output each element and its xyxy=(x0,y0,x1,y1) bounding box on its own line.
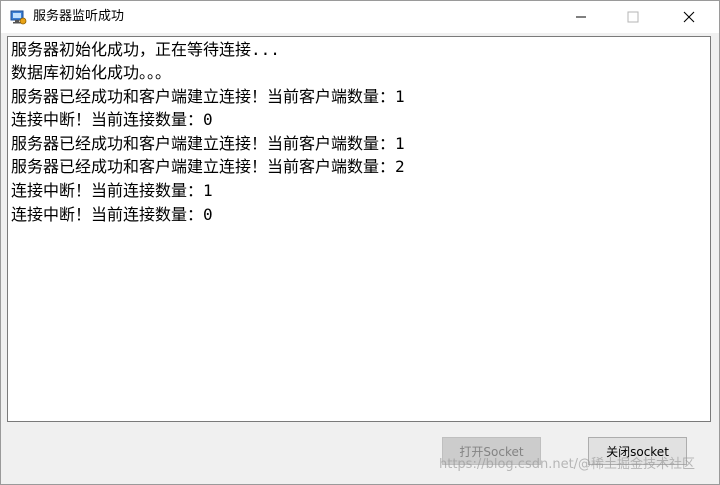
maximize-icon xyxy=(627,11,639,23)
log-textarea[interactable]: 服务器初始化成功，正在等待连接... 数据库初始化成功。。。 服务器已经成功和客… xyxy=(7,36,711,422)
title-bar[interactable]: 服务器监听成功 xyxy=(1,1,719,33)
log-line: 数据库初始化成功。。。 xyxy=(11,63,172,82)
app-icon xyxy=(9,8,27,26)
log-line: 连接中断！当前连接数量：0 xyxy=(11,110,213,129)
log-line: 连接中断！当前连接数量：0 xyxy=(11,205,213,224)
watermark-text: https://blog.csdn.net/@稀土掘金技术社区 xyxy=(439,457,696,472)
log-line: 服务器已经成功和客户端建立连接！当前客户端数量：1 xyxy=(11,87,405,106)
window-title: 服务器监听成功 xyxy=(33,9,125,24)
log-line: 连接中断！当前连接数量：1 xyxy=(11,181,213,200)
log-line: 服务器已经成功和客户端建立连接！当前客户端数量：2 xyxy=(11,157,405,176)
log-line: 服务器已经成功和客户端建立连接！当前客户端数量：1 xyxy=(11,134,405,153)
maximize-button[interactable] xyxy=(610,1,656,33)
log-line: 服务器初始化成功，正在等待连接... xyxy=(11,40,280,59)
close-window-button[interactable] xyxy=(666,1,712,33)
main-window: 服务器监听成功 服务器初始化成功，正在等待连接... 数据库初始化成功。。。 服… xyxy=(0,0,720,485)
close-icon xyxy=(683,11,695,23)
minimize-button[interactable] xyxy=(558,1,604,33)
minimize-icon xyxy=(575,11,587,23)
